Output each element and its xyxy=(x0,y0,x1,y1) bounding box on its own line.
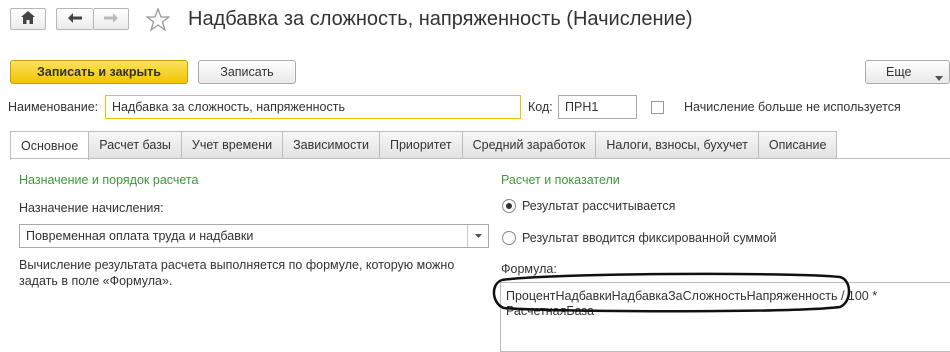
tab-base-calculation[interactable]: Расчет базы xyxy=(88,131,182,158)
unused-checkbox[interactable] xyxy=(651,101,664,114)
chevron-down-icon xyxy=(935,70,943,84)
back-button[interactable] xyxy=(56,8,93,30)
purpose-value: Повременная оплата труда и надбавки xyxy=(26,229,254,243)
radio-result-calculated-label: Результат рассчитывается xyxy=(522,199,676,213)
right-section-title: Расчет и показатели xyxy=(501,173,620,187)
radio-result-fixed[interactable] xyxy=(502,231,516,245)
calculation-description: Вычисление результата расчета выполняетс… xyxy=(19,258,455,288)
name-field[interactable]: Надбавка за сложность, напряженность xyxy=(105,95,521,119)
tab-taxes[interactable]: Налоги, взносы, бухучет xyxy=(595,131,759,158)
dropdown-arrow-icon[interactable] xyxy=(467,225,488,247)
more-label: Еще xyxy=(886,65,912,79)
unused-label: Начисление больше не используется xyxy=(684,100,901,114)
tab-bar: Основное Расчет базы Учет времени Зависи… xyxy=(10,131,838,160)
arrow-left-icon xyxy=(68,12,82,26)
page-title: Надбавка за сложность, напряженность (На… xyxy=(188,8,693,30)
radio-result-fixed-label: Результат вводится фиксированной суммой xyxy=(522,231,777,245)
arrow-right-icon xyxy=(104,12,118,26)
tab-average-earnings[interactable]: Средний заработок xyxy=(461,131,597,158)
purpose-select[interactable]: Повременная оплата труда и надбавки xyxy=(19,224,489,248)
home-icon xyxy=(21,11,35,27)
tab-time-accounting[interactable]: Учет времени xyxy=(180,131,284,158)
more-button[interactable]: Еще xyxy=(865,60,950,84)
tab-description[interactable]: Описание xyxy=(757,131,838,158)
code-label: Код: xyxy=(528,100,553,114)
highlight-ellipse xyxy=(490,272,855,317)
save-and-close-button[interactable]: Записать и закрыть xyxy=(10,60,188,84)
save-button[interactable]: Записать xyxy=(198,60,296,84)
forward-button[interactable] xyxy=(93,8,129,30)
tab-priority[interactable]: Приоритет xyxy=(378,131,463,158)
purpose-label: Назначение начисления: xyxy=(19,201,164,215)
name-label: Наименование: xyxy=(8,100,99,114)
tab-dependencies[interactable]: Зависимости xyxy=(282,131,380,158)
tab-main[interactable]: Основное xyxy=(10,131,90,160)
tab-divider xyxy=(10,158,950,159)
radio-result-calculated[interactable] xyxy=(502,199,516,213)
home-button[interactable] xyxy=(10,8,46,30)
left-section-title: Назначение и порядок расчета xyxy=(19,173,199,187)
code-field[interactable]: ПРН1 xyxy=(558,95,637,119)
favorite-star-icon[interactable] xyxy=(145,7,171,34)
